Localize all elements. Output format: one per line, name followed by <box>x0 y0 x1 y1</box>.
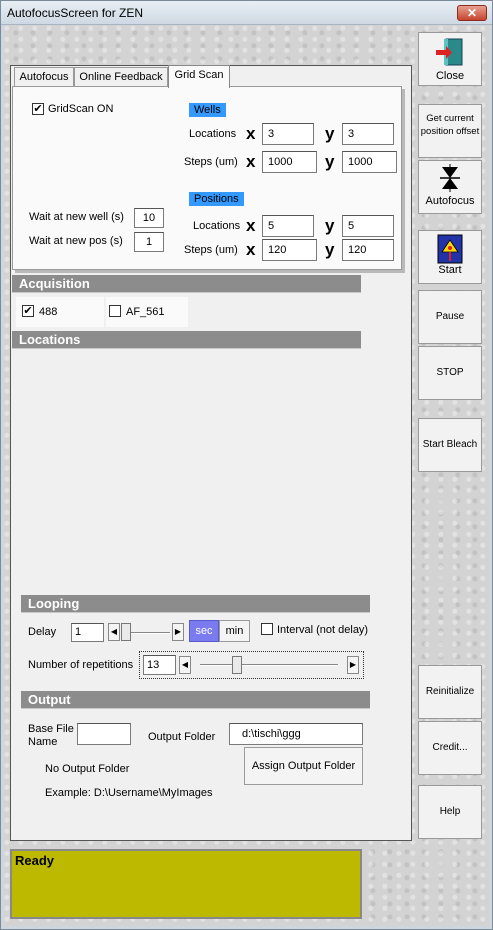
reinitialize-button[interactable]: Reinitialize <box>418 665 482 719</box>
wells-locations-x-label: x <box>246 124 256 143</box>
wait-new-well-label: Wait at new well (s) <box>29 211 124 223</box>
wells-label: Wells <box>189 103 226 117</box>
delay-slider-thumb[interactable] <box>121 623 131 641</box>
wells-locations-y-label: y <box>325 124 335 143</box>
positions-locations-y-label: y <box>325 216 335 235</box>
wells-steps-x-label: x <box>246 152 256 171</box>
pause-button[interactable]: Pause <box>418 290 482 344</box>
wells-locations-label: Locations <box>189 128 237 140</box>
channel-af561-checkbox[interactable] <box>109 305 121 317</box>
delay-slider-right-arrow[interactable]: ▶ <box>172 623 184 641</box>
start-label: Start <box>438 264 462 276</box>
wells-locations-y-input[interactable]: 3 <box>342 123 394 145</box>
get-position-offset-button[interactable]: Get current position offset <box>418 104 482 158</box>
close-button[interactable]: Close <box>418 32 482 86</box>
positions-label: Positions <box>189 192 244 206</box>
help-button[interactable]: Help <box>418 785 482 839</box>
positions-locations-label: Locations <box>193 220 241 232</box>
repetitions-slider-track[interactable] <box>200 664 338 666</box>
positions-locations-y-input[interactable]: 5 <box>342 215 394 237</box>
interval-label: Interval (not delay) <box>277 624 369 636</box>
wait-new-well-input[interactable]: 10 <box>134 208 164 228</box>
autofocus-button[interactable]: Autofocus <box>418 160 482 214</box>
stop-button[interactable]: STOP <box>418 346 482 400</box>
interval-checkbox[interactable] <box>261 623 273 635</box>
laser-start-icon <box>437 234 463 264</box>
wells-locations-x-input[interactable]: 3 <box>262 123 314 145</box>
credit-button[interactable]: Credit... <box>418 721 482 775</box>
sec-button[interactable]: sec <box>189 620 219 642</box>
no-output-folder-text: No Output Folder <box>45 763 130 775</box>
title-bar[interactable]: AutofocusScreen for ZEN <box>1 1 492 25</box>
locations-header: Locations <box>12 331 361 349</box>
acquisition-header: Acquisition <box>12 275 361 293</box>
channel-488-checkbox[interactable]: ✔ <box>22 305 34 317</box>
positions-steps-y-input[interactable]: 120 <box>342 239 394 261</box>
status-area: Ready <box>10 849 362 919</box>
gridscan-on-checkbox[interactable]: ✔ <box>32 103 44 115</box>
base-file-input[interactable] <box>77 723 131 745</box>
repetitions-slider-left-arrow[interactable]: ◀ <box>179 656 191 674</box>
wells-steps-y-input[interactable]: 1000 <box>342 151 397 173</box>
wells-steps-label: Steps (um) <box>184 156 238 168</box>
door-exit-icon <box>436 38 463 66</box>
repetitions-slider-thumb[interactable] <box>232 656 242 674</box>
output-folder-label: Output Folder <box>148 731 216 743</box>
delay-label: Delay <box>28 626 57 638</box>
window-title: AutofocusScreen for ZEN <box>7 6 144 20</box>
wait-new-pos-input[interactable]: 1 <box>134 232 164 252</box>
min-button[interactable]: min <box>219 620 250 642</box>
gridscan-on-label: GridScan ON <box>48 103 114 115</box>
positions-steps-x-input[interactable]: 120 <box>262 239 317 261</box>
positions-steps-x-label: x <box>246 240 256 259</box>
status-text: Ready <box>15 853 55 868</box>
example-text: Example: D:\Username\MyImages <box>45 787 213 799</box>
start-bleach-button[interactable]: Start Bleach <box>418 418 482 472</box>
window-close-button[interactable]: ✕ <box>457 5 487 21</box>
assign-output-folder-button[interactable]: Assign Output Folder <box>244 747 363 785</box>
positions-locations-x-input[interactable]: 5 <box>262 215 314 237</box>
tab-online-feedback[interactable]: Online Feedback <box>74 67 168 87</box>
tab-autofocus[interactable]: Autofocus <box>14 67 74 87</box>
channel-af561-label: AF_561 <box>126 306 165 318</box>
delay-slider-left-arrow[interactable]: ◀ <box>108 623 120 641</box>
base-file-label: Base File Name <box>28 723 74 748</box>
positions-locations-x-label: x <box>246 216 256 235</box>
start-button[interactable]: Start <box>418 230 482 284</box>
wells-steps-y-label: y <box>325 152 335 171</box>
tab-grid-scan[interactable]: Grid Scan <box>168 65 230 88</box>
output-header: Output <box>21 691 370 709</box>
autofocus-label: Autofocus <box>425 195 475 207</box>
wells-steps-x-input[interactable]: 1000 <box>262 151 317 173</box>
repetitions-slider-right-arrow[interactable]: ▶ <box>347 656 359 674</box>
looping-header: Looping <box>21 595 370 613</box>
repetitions-label: Number of repetitions <box>28 659 134 671</box>
channel-488-label: 488 <box>39 306 58 318</box>
output-folder-input[interactable]: d:\tischi\ggg <box>229 723 363 745</box>
delay-input[interactable]: 1 <box>71 623 104 642</box>
positions-steps-label: Steps (um) <box>184 244 238 256</box>
close-label: Close <box>435 70 465 82</box>
wait-new-pos-label: Wait at new pos (s) <box>29 235 123 247</box>
positions-steps-y-label: y <box>325 240 335 259</box>
focus-arrows-icon <box>440 164 460 192</box>
repetitions-input[interactable]: 13 <box>143 655 176 675</box>
